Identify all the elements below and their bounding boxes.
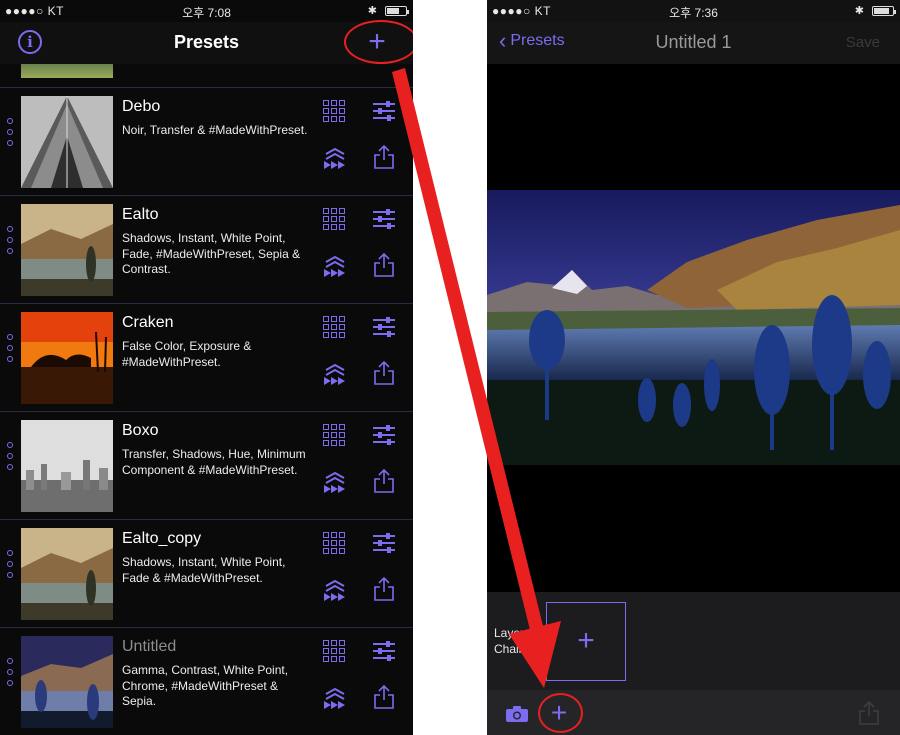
transfer-icon[interactable] (322, 578, 348, 602)
preset-description: Shadows, Instant, White Point, Fade, #Ma… (122, 231, 301, 276)
grid-icon[interactable] (323, 640, 347, 662)
share-icon[interactable] (373, 252, 395, 278)
grid-icon[interactable] (323, 100, 347, 122)
list-item[interactable]: Craken False Color, Exposure & #MadeWithP… (0, 304, 413, 412)
list-item[interactable] (0, 64, 413, 88)
preset-name: Untitled (122, 638, 177, 655)
list-item[interactable]: Debo Noir, Transfer & #MadeWithPreset. (0, 88, 413, 196)
page-title: Untitled 1 (655, 32, 732, 52)
clock: 오후 7:08 (182, 6, 231, 20)
preset-name: Boxo (122, 422, 159, 439)
list-item[interactable]: Ealto Shadows, Instant, White Point, Fade… (0, 196, 413, 304)
share-icon[interactable] (373, 144, 395, 170)
status-right: ✱ (367, 4, 409, 17)
status-right: ✱ (854, 4, 896, 17)
drag-dots-icon[interactable] (7, 550, 15, 583)
layer-chain-bar: Layer Chain + (487, 592, 900, 690)
presets-screen: ●●●●○ KT 오후 7:08 ✱ i Presets + Debo Noir,… (0, 0, 413, 735)
sliders-icon[interactable] (372, 424, 396, 446)
drag-dots-icon[interactable] (7, 442, 15, 475)
transfer-icon[interactable] (322, 362, 348, 386)
transfer-icon[interactable] (322, 470, 348, 494)
transfer-icon[interactable] (322, 146, 348, 170)
list-item[interactable]: Boxo Transfer, Shadows, Hue, Minimum Comp… (0, 412, 413, 520)
share-icon[interactable] (373, 576, 395, 602)
list-item[interactable]: Ealto_copy Shadows, Instant, White Point,… (0, 520, 413, 628)
bluetooth-icon: ✱ (367, 5, 377, 17)
camera-icon[interactable] (505, 705, 529, 723)
preset-thumbnail[interactable] (21, 528, 113, 620)
editor-screen: ●●●●○ KT 오후 7:36 ✱ ‹ Presets Untitled 1 … (487, 0, 900, 735)
sliders-icon[interactable] (372, 316, 396, 338)
preset-description: False Color, Exposure & #MadeWithPreset. (122, 339, 252, 369)
share-icon[interactable] (373, 468, 395, 494)
preset-list[interactable]: Debo Noir, Transfer & #MadeWithPreset. Eal… (0, 64, 413, 735)
battery-icon (385, 5, 409, 16)
sliders-icon[interactable] (372, 532, 396, 554)
annotation-circle (538, 693, 583, 733)
sliders-icon[interactable] (372, 208, 396, 230)
share-icon[interactable] (373, 684, 395, 710)
clock: 오후 7:36 (669, 6, 718, 20)
preview-image (487, 190, 900, 465)
drag-dots-icon[interactable] (7, 334, 15, 367)
share-icon[interactable] (373, 360, 395, 386)
status-bar: ●●●●○ KT 오후 7:08 ✱ (0, 0, 413, 22)
preset-description: Gamma, Contrast, White Point, Chrome, #M… (122, 663, 289, 708)
preset-description: Transfer, Shadows, Hue, Minimum Componen… (122, 447, 306, 477)
preset-name: Ealto_copy (122, 530, 202, 547)
nav-bar: ‹ Presets Untitled 1 Save (487, 22, 900, 64)
drag-dots-icon[interactable] (7, 658, 15, 691)
share-icon[interactable] (858, 700, 880, 726)
sliders-icon[interactable] (372, 640, 396, 662)
preset-name: Debo (122, 98, 161, 115)
bluetooth-icon: ✱ (854, 5, 864, 17)
preset-description: Shadows, Instant, White Point, Fade & #M… (122, 555, 286, 585)
grid-icon[interactable] (323, 424, 347, 446)
add-layer-button[interactable]: + (546, 602, 626, 681)
battery-icon (872, 5, 896, 16)
preset-thumbnail[interactable] (21, 420, 113, 512)
sliders-icon[interactable] (372, 100, 396, 122)
preset-thumbnail (21, 64, 113, 78)
transfer-icon[interactable] (322, 254, 348, 278)
grid-icon[interactable] (323, 316, 347, 338)
save-button[interactable]: Save (846, 34, 880, 51)
preset-thumbnail[interactable] (21, 96, 113, 188)
drag-dots-icon[interactable] (7, 226, 15, 259)
grid-icon[interactable] (323, 532, 347, 554)
preset-description: Noir, Transfer & #MadeWithPreset. (122, 123, 308, 137)
layer-chain-label: Layer Chain (494, 626, 526, 656)
grid-icon[interactable] (323, 208, 347, 230)
preset-name: Ealto (122, 206, 159, 223)
annotation-circle (344, 20, 413, 64)
preset-thumbnail[interactable] (21, 204, 113, 296)
transfer-icon[interactable] (322, 686, 348, 710)
drag-dots-icon[interactable] (7, 118, 15, 151)
preset-thumbnail[interactable] (21, 312, 113, 404)
preset-name: Craken (122, 314, 174, 331)
preset-thumbnail[interactable] (21, 636, 113, 728)
list-item[interactable]: Untitled Gamma, Contrast, White Point, Ch… (0, 628, 413, 735)
status-bar: ●●●●○ KT 오후 7:36 ✱ (487, 0, 900, 22)
